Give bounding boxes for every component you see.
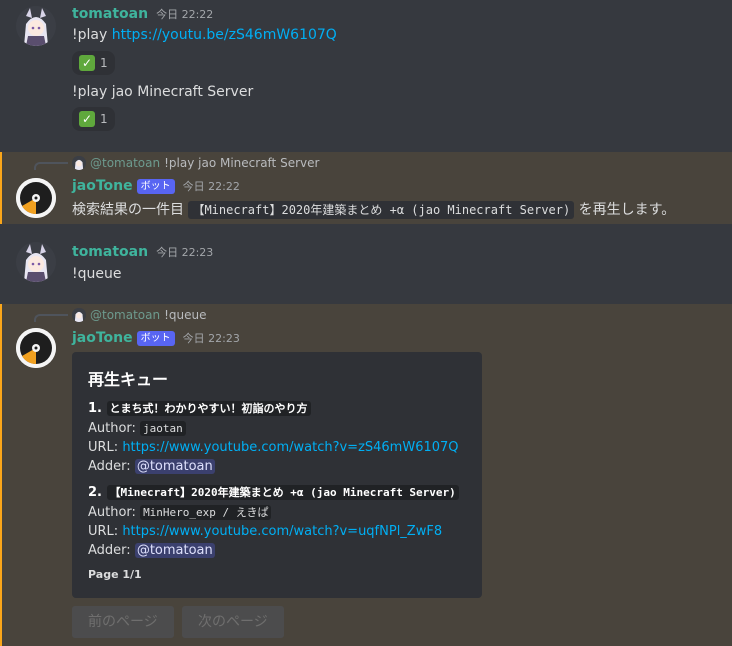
message-jaotone-1: @tomatoan !play jao Minecraft Server jao… <box>0 152 732 224</box>
message-content-2: !play jao Minecraft Server <box>72 84 254 100</box>
timestamp: 今日 22:22 <box>182 180 240 193</box>
queue-item-title: 1. とまち式！わかりやすい！初詣のやり方 <box>88 400 466 416</box>
queue-item-url-line: URL: https://www.youtube.com/watch?v=uqf… <box>88 522 466 541</box>
username[interactable]: tomatoan <box>72 244 148 260</box>
username[interactable]: jaoTone <box>72 330 133 346</box>
reply-snippet: !queue <box>164 308 207 322</box>
check-mark-icon: ✓ <box>79 55 95 71</box>
reply-avatar-icon <box>72 308 86 322</box>
author-value: jaotan <box>140 421 186 436</box>
timestamp: 今日 22:22 <box>156 8 214 21</box>
queue-item-adder-line: Adder: @tomatoan <box>88 457 466 476</box>
queue-item-adder-line: Adder: @tomatoan <box>88 541 466 560</box>
result-prefix: 検索結果の一件目 <box>72 202 184 218</box>
reply-mention[interactable]: @tomatoan <box>90 308 160 322</box>
embed-footer: Page 1/1 <box>88 568 142 581</box>
reply-avatar-icon <box>72 156 86 170</box>
vinyl-record-icon <box>16 178 56 218</box>
vinyl-record-icon <box>16 328 56 368</box>
reply-preview[interactable]: @tomatoan !play jao Minecraft Server <box>72 156 319 170</box>
adder-label: Adder: <box>88 543 131 558</box>
anime-avatar-icon <box>16 6 56 46</box>
adder-label: Adder: <box>88 459 131 474</box>
url-label: URL: <box>88 440 119 455</box>
anime-avatar-icon <box>16 242 56 282</box>
result-suffix: を再生します。 <box>578 202 676 218</box>
youtube-link[interactable]: https://youtu.be/zS46mW6107Q <box>112 27 337 43</box>
message-content: 検索結果の一件目 【Minecraft】2020年建築まとめ +α (jao M… <box>72 199 675 219</box>
queue-item-number: 2. <box>88 485 102 500</box>
queue-item-song: 【Minecraft】2020年建築まとめ +α (jao Minecraft … <box>106 485 459 500</box>
message-header: jaoTone ボット 今日 22:22 <box>72 178 240 194</box>
message-header: jaoTone ボット 今日 22:23 <box>72 330 240 346</box>
timestamp: 今日 22:23 <box>156 246 214 259</box>
reaction-check[interactable]: ✓ 1 <box>72 51 115 75</box>
queue-item-url-line: URL: https://www.youtube.com/watch?v=zS4… <box>88 438 466 457</box>
reply-mention[interactable]: @tomatoan <box>90 156 160 170</box>
message-content: !queue <box>72 266 122 282</box>
adder-mention[interactable]: @tomatoan <box>134 543 215 558</box>
avatar-tomatoan[interactable] <box>16 242 56 282</box>
reply-preview[interactable]: @tomatoan !queue <box>72 308 207 322</box>
queue-item: 1. とまち式！わかりやすい！初詣のやり方 Author: jaotan URL… <box>88 400 466 476</box>
url-link[interactable]: https://www.youtube.com/watch?v=zS46mW61… <box>122 440 458 455</box>
reaction-count: 1 <box>100 112 108 126</box>
author-value: MinHero_exp / えきぱ <box>140 505 272 520</box>
embed-title: 再生キュー <box>88 370 169 389</box>
url-label: URL: <box>88 524 119 539</box>
reply-connector <box>34 314 68 322</box>
message-content: !play https://youtu.be/zS46mW6107Q <box>72 27 337 43</box>
url-link[interactable]: https://www.youtube.com/watch?v=uqfNPl_Z… <box>122 524 442 539</box>
author-label: Author: <box>88 421 136 436</box>
reaction-count: 1 <box>100 56 108 70</box>
reply-connector <box>34 162 68 170</box>
message-tomatoan-1: tomatoan 今日 22:22 !play https://youtu.be… <box>0 0 732 150</box>
queue-embed: 再生キュー 1. とまち式！わかりやすい！初詣のやり方 Author: jaot… <box>72 352 482 598</box>
queue-item-title: 2. 【Minecraft】2020年建築まとめ +α (jao Minecra… <box>88 484 466 500</box>
song-title-code: 【Minecraft】2020年建築まとめ +α (jao Minecraft … <box>188 201 575 219</box>
message-tomatoan-2: tomatoan 今日 22:23 !queue <box>0 236 732 300</box>
reply-snippet: !play jao Minecraft Server <box>164 156 320 170</box>
timestamp: 今日 22:23 <box>182 332 240 345</box>
bot-badge: ボット <box>136 178 175 194</box>
reaction-check-2[interactable]: ✓ 1 <box>72 107 115 131</box>
next-page-button[interactable]: 次のページ <box>182 606 284 638</box>
adder-mention[interactable]: @tomatoan <box>134 459 215 474</box>
queue-item-author-line: Author: jaotan <box>88 419 466 438</box>
command-text: !play <box>72 27 112 43</box>
avatar-jaotone[interactable] <box>16 328 56 368</box>
username[interactable]: tomatoan <box>72 6 148 22</box>
queue-item-author-line: Author: MinHero_exp / えきぱ <box>88 503 466 522</box>
queue-item-number: 1. <box>88 401 102 416</box>
username[interactable]: jaoTone <box>72 178 133 194</box>
prev-page-button[interactable]: 前のページ <box>72 606 174 638</box>
avatar-tomatoan[interactable] <box>16 6 56 46</box>
queue-item: 2. 【Minecraft】2020年建築まとめ +α (jao Minecra… <box>88 484 466 560</box>
bot-badge: ボット <box>136 330 175 346</box>
queue-item-song: とまち式！わかりやすい！初詣のやり方 <box>106 401 311 416</box>
author-label: Author: <box>88 505 136 520</box>
message-header: tomatoan 今日 22:23 <box>72 244 213 260</box>
check-mark-icon: ✓ <box>79 111 95 127</box>
message-header: tomatoan 今日 22:22 <box>72 6 213 22</box>
avatar-jaotone[interactable] <box>16 178 56 218</box>
